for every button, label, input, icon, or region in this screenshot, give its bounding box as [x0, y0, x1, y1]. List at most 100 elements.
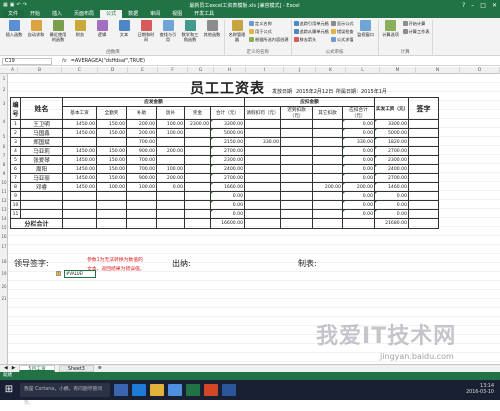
cell-subsidy[interactable]: 200.00: [126, 119, 157, 129]
text-button[interactable]: 文本: [114, 20, 134, 49]
cell-no[interactable]: 2: [10, 128, 21, 138]
column-header[interactable]: L: [346, 67, 380, 74]
cell-no[interactable]: 9: [10, 191, 21, 201]
cell-total[interactable]: 1660.00: [210, 182, 245, 192]
column-header[interactable]: F: [158, 67, 188, 74]
cell-other[interactable]: [312, 155, 343, 165]
tab-insert[interactable]: 插入: [46, 10, 68, 18]
cell-name[interactable]: [20, 191, 63, 201]
cell-full[interactable]: 150.00: [96, 146, 127, 156]
name-manager-button[interactable]: 名称管理器: [227, 20, 247, 49]
cell-name[interactable]: [20, 200, 63, 210]
cell-full[interactable]: [96, 209, 127, 219]
insert-function-button[interactable]: 插入函数: [4, 20, 24, 49]
trace-dependents-button[interactable]: 追踪从属单元格: [293, 28, 329, 35]
autosum-button[interactable]: 自动求和: [26, 20, 46, 49]
cell-sign[interactable]: [408, 119, 439, 129]
add-sheet-icon[interactable]: ⊕: [98, 366, 102, 371]
cell-subsidy[interactable]: 100.00: [126, 182, 157, 192]
row-header[interactable]: 10: [0, 180, 8, 185]
cell-sign[interactable]: [408, 155, 439, 165]
cell-sick[interactable]: [244, 200, 281, 210]
cell-dtotal[interactable]: 0.00: [342, 164, 375, 174]
trace-precedents-button[interactable]: 追踪引用单元格: [293, 20, 329, 27]
cell-basic[interactable]: 1450.00: [62, 128, 97, 138]
cell-subsidy[interactable]: [126, 191, 157, 201]
task-view-icon[interactable]: [114, 384, 128, 396]
column-header[interactable]: B: [18, 67, 62, 74]
row-header[interactable]: 11: [0, 189, 8, 194]
tab-formulas[interactable]: 公式: [100, 10, 123, 18]
cell-no[interactable]: 5: [10, 155, 21, 165]
error-warning-icon[interactable]: !: [56, 271, 61, 276]
cell-name[interactable]: 马亚丽: [20, 173, 63, 183]
cell-subsidy[interactable]: 700.00: [126, 164, 157, 174]
cell-net[interactable]: 3300.00: [374, 119, 409, 129]
cell-dtotal[interactable]: 200.00: [342, 182, 375, 192]
column-header[interactable]: O: [460, 67, 500, 74]
column-header[interactable]: H: [214, 67, 246, 74]
cell-late[interactable]: [280, 119, 313, 129]
app-icon[interactable]: [204, 384, 218, 396]
cell-sign[interactable]: [408, 146, 439, 156]
cell-no[interactable]: 3: [10, 137, 21, 147]
cell-net[interactable]: 0.00: [374, 209, 409, 219]
cell-bonus[interactable]: [184, 137, 211, 147]
cell-full[interactable]: 100.00: [96, 182, 127, 192]
cell-subsidy[interactable]: 900.00: [126, 173, 157, 183]
calculate-sheet-button[interactable]: 计算工作表: [402, 28, 430, 35]
row-header[interactable]: 19: [0, 271, 8, 276]
windows-start-icon[interactable]: ⊞: [2, 383, 16, 397]
column-header[interactable]: D: [98, 67, 128, 74]
column-header[interactable]: N: [416, 67, 460, 74]
date-time-button[interactable]: 日期和时间: [136, 20, 156, 49]
cell-sick[interactable]: [244, 209, 281, 219]
sheet-tab-sheet3[interactable]: Sheet3: [58, 365, 94, 372]
cell-dtotal[interactable]: 0.00: [342, 209, 375, 219]
cell-no[interactable]: 8: [10, 182, 21, 192]
row-header[interactable]: 4: [0, 119, 8, 124]
tab-file[interactable]: 文件: [2, 10, 25, 18]
cell-full[interactable]: 150.00: [96, 173, 127, 183]
cell-no[interactable]: 6: [10, 164, 21, 174]
row-header[interactable]: 9: [0, 171, 8, 176]
cell-total[interactable]: 2700.00: [210, 173, 245, 183]
cell-bonus[interactable]: [184, 155, 211, 165]
cell-other[interactable]: [312, 146, 343, 156]
use-in-formula-button[interactable]: 用于公式: [249, 28, 289, 35]
cell-bonus[interactable]: [184, 182, 211, 192]
save-icon[interactable]: ▣: [10, 2, 15, 8]
row-header[interactable]: 21: [0, 296, 8, 301]
cell-basic[interactable]: [62, 137, 97, 147]
cell-meal[interactable]: 200.00: [156, 146, 185, 156]
cell-sick[interactable]: [244, 191, 281, 201]
cell-other[interactable]: [312, 164, 343, 174]
cell-other[interactable]: [312, 137, 343, 147]
show-formulas-button[interactable]: 显示公式: [330, 20, 354, 27]
cell-bonus[interactable]: [184, 173, 211, 183]
cell-dtotal[interactable]: 330.00: [342, 137, 375, 147]
watch-window-button[interactable]: 监视窗口: [356, 20, 376, 49]
cell-net[interactable]: 0.00: [374, 191, 409, 201]
column-header[interactable]: I: [246, 67, 284, 74]
cell-basic[interactable]: 1450.00: [62, 146, 97, 156]
cell-sick[interactable]: [244, 173, 281, 183]
cell-sign[interactable]: [408, 209, 439, 219]
close-icon[interactable]: ✕: [492, 2, 497, 9]
tab-review[interactable]: 审阅: [144, 10, 166, 18]
error-checking-button[interactable]: 错误检查: [330, 28, 354, 35]
tab-scroll-right-icon[interactable]: ▶: [12, 366, 16, 371]
cell-bonus[interactable]: [184, 209, 211, 219]
cell-dtotal[interactable]: 0.00: [342, 119, 375, 129]
help-icon[interactable]: ?: [462, 2, 465, 9]
calculate-now-button[interactable]: 开始计算: [402, 20, 430, 27]
row-header[interactable]: 6: [0, 144, 8, 149]
tab-developer[interactable]: 开发工具: [188, 10, 220, 18]
formula-input[interactable]: =AVERAGEA("dsffdsaf",TRUE): [71, 58, 145, 64]
cell-basic[interactable]: 1450.00: [62, 119, 97, 129]
cell-basic[interactable]: [62, 191, 97, 201]
cell-net[interactable]: 2700.00: [374, 146, 409, 156]
cell-basic[interactable]: [62, 200, 97, 210]
cell-net[interactable]: 2700.00: [374, 173, 409, 183]
excel-icon[interactable]: [186, 384, 200, 396]
